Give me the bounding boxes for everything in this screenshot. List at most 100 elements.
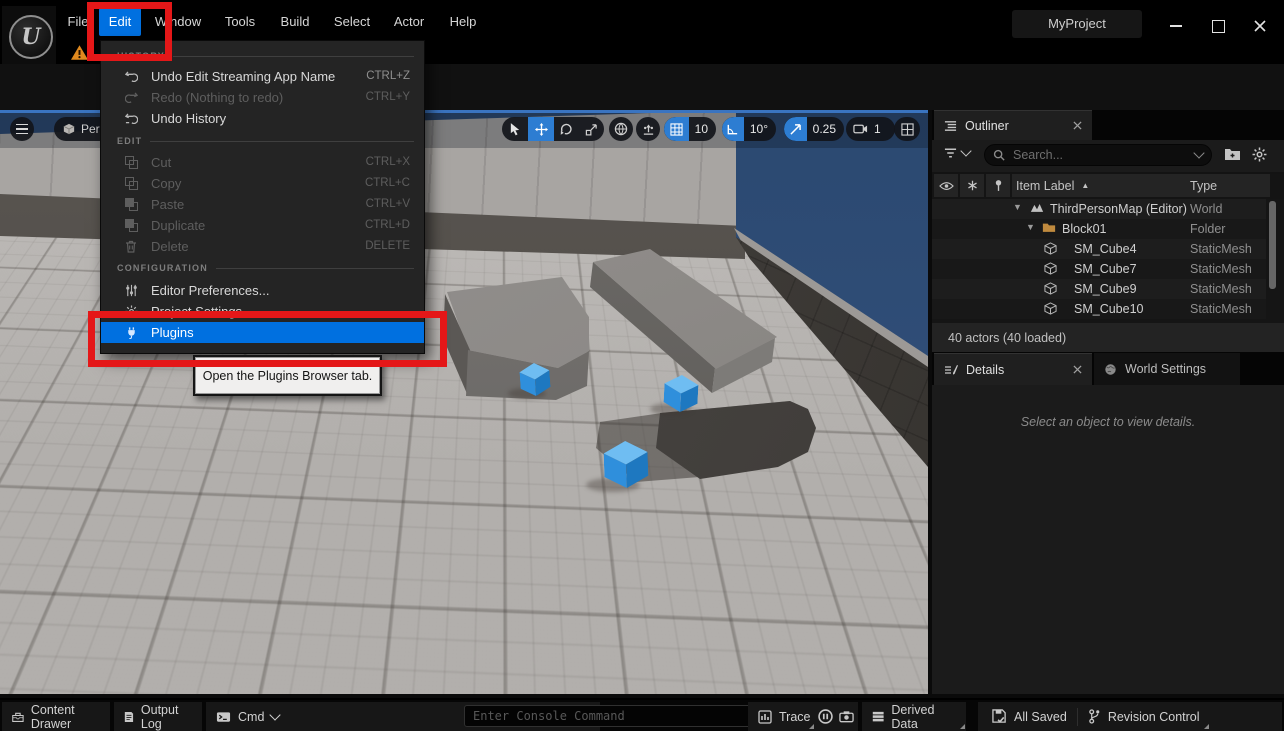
folder-icon	[1042, 222, 1056, 233]
outliner-filter-button[interactable]	[944, 148, 970, 158]
menu-help[interactable]: Help	[445, 8, 481, 36]
menu-build[interactable]: Build	[274, 8, 316, 36]
cmd-button[interactable]: Cmd	[206, 702, 289, 731]
visibility-column-header[interactable]	[934, 174, 958, 197]
scale-snap-control[interactable]: 0.25	[784, 117, 844, 141]
camera-speed-value[interactable]: 1	[868, 122, 889, 136]
scale-snap-value[interactable]: 0.25	[807, 122, 844, 136]
table-row[interactable]: SM_Cube10 StaticMesh	[932, 299, 1266, 319]
dropdown-notch-icon	[960, 724, 965, 729]
viewport-menu-button[interactable]	[10, 117, 34, 141]
chevron-down-icon	[960, 145, 971, 156]
pin-column-header[interactable]	[986, 174, 1010, 197]
table-row[interactable]: SM_Cube9 StaticMesh	[932, 279, 1266, 299]
camera-icon	[853, 123, 868, 135]
item-label-column-header[interactable]: Item Label ▲	[1012, 174, 1188, 197]
close-icon	[1254, 20, 1266, 32]
maximize-button[interactable]	[1206, 16, 1230, 36]
rotation-snap-value[interactable]: 10°	[744, 122, 776, 136]
static-mesh-icon	[1044, 282, 1057, 295]
undo-history-icon	[125, 112, 138, 124]
menu-item-project-settings[interactable]: Project Settings	[101, 301, 424, 322]
content-drawer-icon	[12, 710, 24, 724]
surface-snapping-button[interactable]	[636, 117, 660, 141]
favorite-column-header[interactable]	[960, 174, 984, 197]
derived-data-button[interactable]: Derived Data	[862, 702, 966, 731]
menu-item-paste[interactable]: PasteCTRL+V	[101, 194, 424, 215]
tab-world-settings[interactable]: World Settings	[1094, 353, 1240, 385]
grid-snap-toggle[interactable]	[664, 117, 689, 141]
tab-outliner[interactable]: Outliner	[934, 110, 1092, 140]
output-log-button[interactable]: Output Log	[114, 702, 202, 731]
menu-item-plugins[interactable]: Plugins	[101, 322, 424, 343]
quad-view-icon	[901, 123, 914, 136]
close-icon[interactable]	[1073, 121, 1082, 130]
select-tool-button[interactable]	[502, 117, 528, 141]
menu-item-undo[interactable]: Undo Edit Streaming App NameCTRL+Z	[101, 66, 424, 87]
menu-item-redo[interactable]: Redo (Nothing to redo)CTRL+Y	[101, 87, 424, 108]
dropdown-notch-icon	[1204, 724, 1209, 729]
pin-icon	[994, 179, 1003, 192]
scale-snap-toggle[interactable]	[784, 117, 807, 141]
redo-icon	[125, 91, 138, 103]
collapse-icon[interactable]: ▼	[1013, 202, 1022, 212]
details-icon	[944, 364, 958, 376]
surface-snap-icon	[642, 123, 655, 136]
rotation-snap-toggle[interactable]	[722, 117, 744, 141]
close-button[interactable]	[1248, 16, 1272, 36]
menu-item-duplicate[interactable]: DuplicateCTRL+D	[101, 215, 424, 236]
quad-view-button[interactable]	[894, 117, 920, 141]
axis-z-label: Z	[28, 629, 35, 641]
blue-cube	[519, 362, 551, 397]
menu-item-undo-history[interactable]: Undo History	[101, 108, 424, 129]
menu-item-cut[interactable]: CutCTRL+X	[101, 152, 424, 173]
transform-tools[interactable]	[502, 117, 604, 141]
table-row[interactable]: ▼ ThirdPersonMap (Editor) World	[932, 199, 1266, 219]
grid-snap-value[interactable]: 10	[689, 122, 716, 136]
search-icon	[993, 149, 1005, 161]
menu-edit[interactable]: Edit	[99, 8, 141, 36]
menu-select[interactable]: Select	[329, 8, 375, 36]
scale-tool-button[interactable]	[579, 117, 604, 141]
all-saved-button[interactable]: All Saved	[982, 702, 1077, 731]
minimize-button[interactable]	[1164, 16, 1188, 36]
menu-item-copy[interactable]: CopyCTRL+C	[101, 173, 424, 194]
content-drawer-button[interactable]: Content Drawer	[2, 702, 110, 731]
select-arrow-icon	[510, 122, 520, 136]
type-column-header[interactable]: Type	[1186, 174, 1270, 197]
scrollbar[interactable]	[1269, 201, 1276, 289]
trace-button[interactable]: Trace	[748, 702, 815, 731]
record-pause-icon	[818, 709, 833, 724]
outliner-search[interactable]	[984, 144, 1212, 166]
collapse-icon[interactable]: ▼	[1026, 222, 1035, 232]
outliner-search-input[interactable]	[1011, 147, 1189, 163]
tab-details[interactable]: Details	[934, 353, 1092, 385]
close-icon[interactable]	[1073, 365, 1082, 374]
rotate-tool-button[interactable]	[554, 117, 579, 141]
create-folder-button[interactable]	[1224, 147, 1241, 161]
revision-control-button[interactable]: Revision Control	[1078, 702, 1210, 731]
rotation-snap-control[interactable]: 10°	[722, 117, 776, 141]
menu-tools[interactable]: Tools	[219, 8, 261, 36]
menu-item-delete[interactable]: DeleteDELETE	[101, 236, 424, 257]
branch-icon	[1088, 709, 1101, 724]
move-tool-button[interactable]	[528, 117, 554, 141]
output-log-group: Output Log	[114, 702, 202, 731]
table-row[interactable]: ▼ Block01 Folder	[932, 219, 1266, 239]
dropdown-notch-icon	[809, 724, 814, 729]
menu-actor[interactable]: Actor	[388, 8, 430, 36]
menu-item-editor-preferences[interactable]: Editor Preferences...	[101, 280, 424, 301]
actor-sprite-icon	[330, 396, 348, 410]
unreal-logo[interactable]: U	[2, 6, 56, 64]
blue-cube	[663, 374, 699, 413]
table-row[interactable]: SM_Cube4 StaticMesh	[932, 239, 1266, 259]
world-local-toggle[interactable]	[609, 117, 633, 141]
table-row[interactable]: SM_Cube7 StaticMesh	[932, 259, 1266, 279]
outliner-settings-button[interactable]	[1252, 147, 1267, 162]
camera-speed-control[interactable]: 1	[846, 117, 895, 141]
menu-window[interactable]: Window	[150, 8, 206, 36]
menu-file[interactable]: File	[62, 8, 94, 36]
grid-snap-control[interactable]: 10	[664, 117, 716, 141]
screenshot-button[interactable]	[839, 710, 854, 723]
insights-record-button[interactable]	[818, 709, 833, 724]
